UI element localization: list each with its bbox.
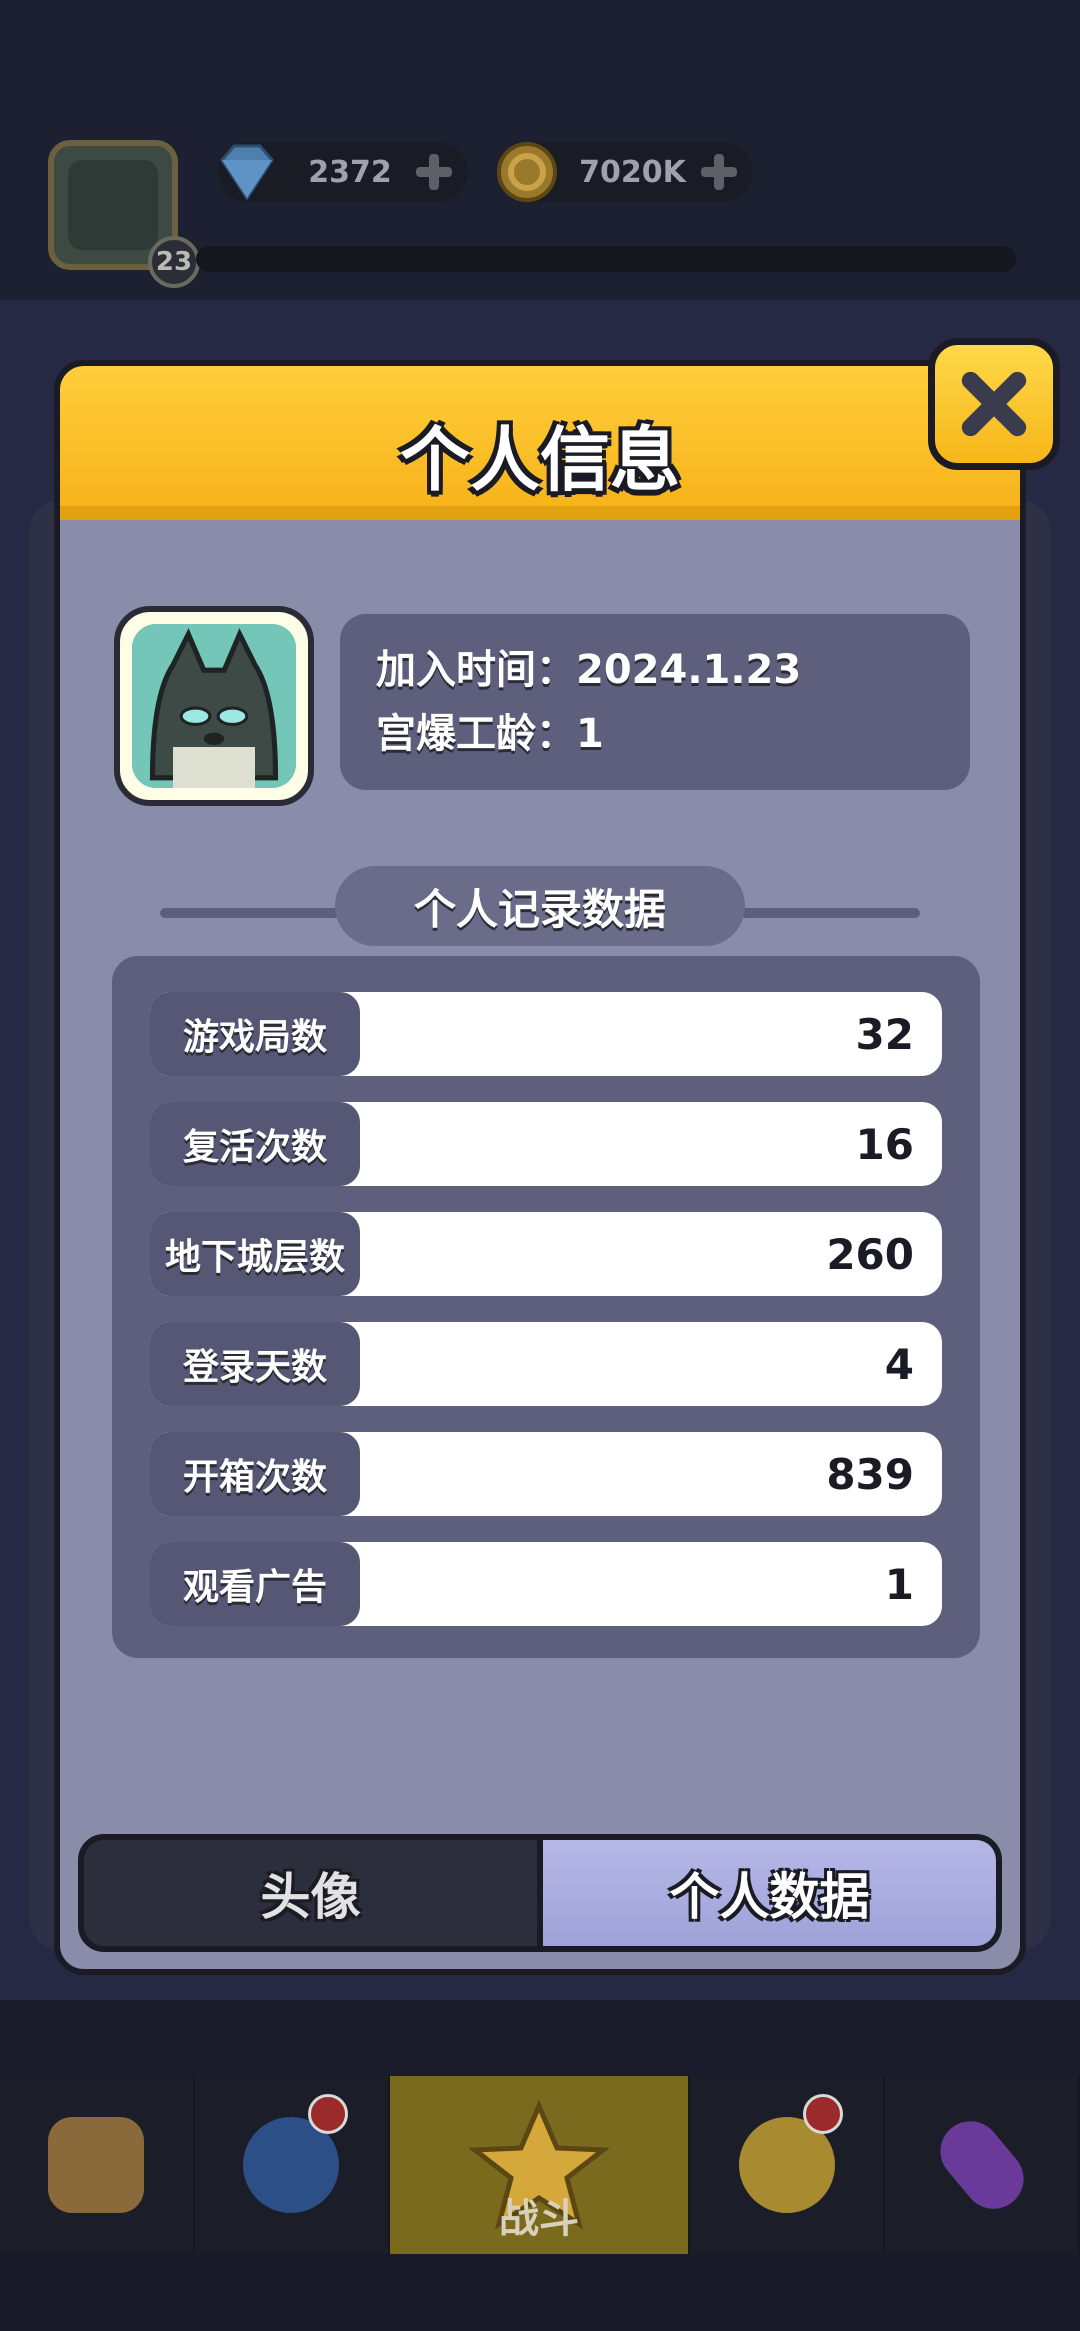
service-years: 宫爆工龄：1 [376, 711, 604, 757]
section-header: 个人记录数据 [60, 866, 1020, 946]
nav-shop[interactable] [0, 2076, 195, 2254]
shop-icon [48, 2117, 145, 2213]
section-title: 个人记录数据 [335, 866, 745, 946]
stat-row-games: 游戏局数 32 [150, 992, 942, 1076]
nav-pet[interactable] [690, 2076, 886, 2254]
stat-label: 游戏局数 [150, 992, 360, 1076]
diamond-icon [208, 133, 286, 211]
stat-label: 登录天数 [150, 1322, 360, 1406]
wolf-avatar-icon [132, 624, 296, 788]
modal-tabs: 头像 个人数据 [78, 1834, 1002, 1952]
bottom-nav: 战斗 [0, 2076, 1080, 2254]
stat-row-login-days: 登录天数 4 [150, 1322, 942, 1406]
stat-label: 开箱次数 [150, 1432, 360, 1516]
capsule-icon [927, 2108, 1036, 2222]
personal-info-modal: 个人信息 加入时间：2024.1.23 宫爆工龄：1 个人记录数据 游戏局数 3… [54, 338, 1060, 1975]
nav-equipment[interactable] [195, 2076, 390, 2254]
gold-amount: 7020K [579, 154, 686, 190]
stat-label: 观看广告 [150, 1542, 360, 1626]
join-info-box: 加入时间：2024.1.23 宫爆工龄：1 [340, 614, 970, 790]
stat-row-chests-opened: 开箱次数 839 [150, 1432, 942, 1516]
notification-badge [307, 2094, 348, 2134]
stat-label: 地下城层数 [150, 1212, 360, 1296]
modal-header: 个人信息 [54, 360, 1026, 520]
stat-row-ads-watched: 观看广告 1 [150, 1542, 942, 1626]
section-divider-left [160, 908, 340, 918]
gold-coin-icon [488, 133, 566, 211]
tab-avatar[interactable]: 头像 [84, 1840, 537, 1946]
close-icon [961, 371, 1027, 437]
stat-value: 32 [855, 1009, 914, 1059]
stat-value: 839 [826, 1449, 914, 1499]
profile-avatar [114, 606, 314, 806]
battle-label: 战斗 [499, 2196, 579, 2242]
stat-value: 1 [884, 1559, 914, 1609]
wolf-avatar-icon [68, 160, 158, 250]
section-divider-right [740, 908, 920, 918]
stat-row-revives: 复活次数 16 [150, 1102, 942, 1186]
nav-battle[interactable]: 战斗 [389, 2076, 691, 2254]
modal-title: 个人信息 [400, 419, 680, 501]
gold-counter: 7020K [497, 142, 753, 202]
notification-badge [803, 2094, 844, 2134]
modal-body: 加入时间：2024.1.23 宫爆工龄：1 个人记录数据 游戏局数 32 复活次… [60, 526, 1020, 1816]
add-gems-button[interactable] [414, 152, 454, 192]
gem-amount: 2372 [308, 154, 392, 190]
join-date: 加入时间：2024.1.23 [376, 647, 802, 693]
game-screen: 23 2372 7020K 战斗 个人信息 加入时间：2024.1.23 宫爆工… [0, 0, 1080, 2331]
stat-label: 复活次数 [150, 1102, 360, 1186]
gem-counter: 2372 [218, 142, 468, 202]
nav-skills[interactable] [885, 2076, 1080, 2254]
player-level-badge: 23 [148, 236, 200, 288]
stat-row-dungeon-floors: 地下城层数 260 [150, 1212, 942, 1296]
xp-bar [196, 246, 1016, 272]
stat-value: 16 [855, 1119, 914, 1169]
close-button[interactable] [928, 338, 1060, 470]
stat-value: 260 [826, 1229, 914, 1279]
add-gold-button[interactable] [699, 152, 739, 192]
tab-personal-data[interactable]: 个人数据 [543, 1840, 996, 1946]
stat-value: 4 [884, 1339, 914, 1389]
stats-list: 游戏局数 32 复活次数 16 地下城层数 260 登录天数 4 开箱次数 83… [112, 956, 980, 1658]
